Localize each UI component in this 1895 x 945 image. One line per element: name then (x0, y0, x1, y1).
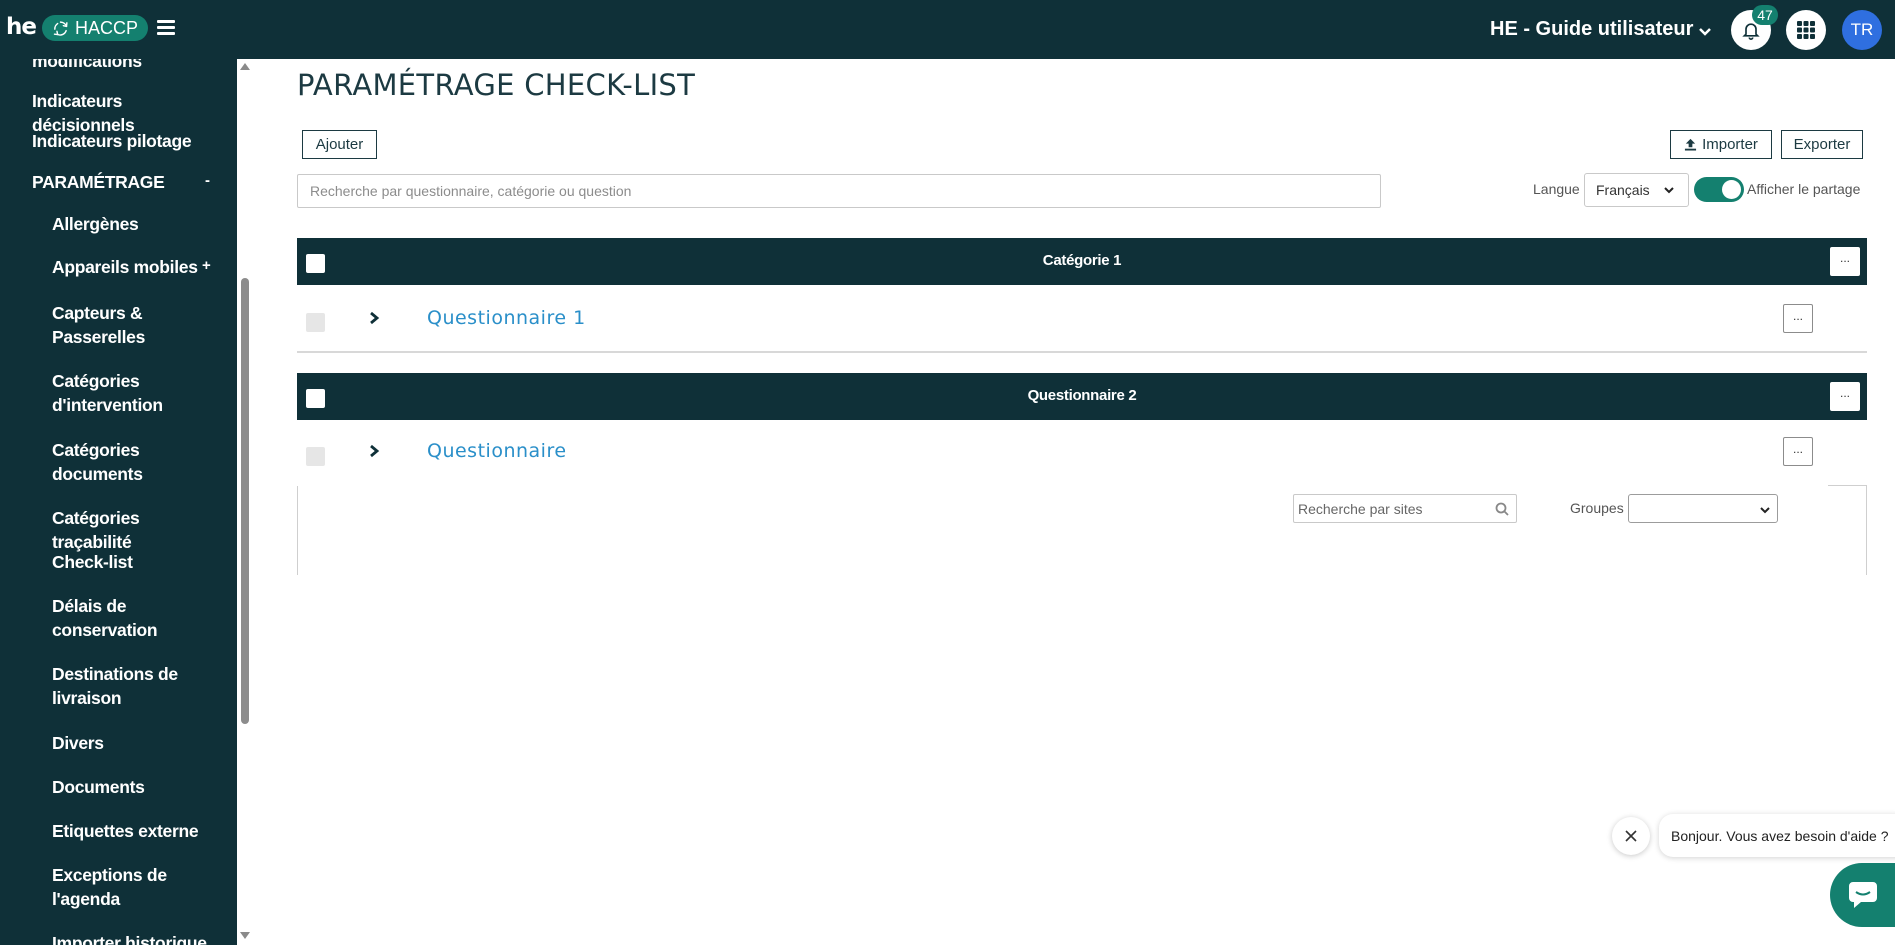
appareils-mobiles-expand-toggle[interactable]: + (202, 257, 211, 274)
module-badge[interactable]: HACCP (42, 15, 148, 41)
sidebar-scroll-thumb[interactable] (241, 278, 249, 724)
category-more-button[interactable]: ... (1830, 382, 1860, 411)
sites-panel-border (1866, 486, 1867, 575)
sites-search-placeholder: Recherche par sites (1298, 500, 1423, 517)
chevron-down-icon (1663, 187, 1674, 194)
share-toggle-label: Afficher le partage (1747, 181, 1861, 197)
sidebar-item-check-list[interactable]: Check-list (52, 550, 217, 574)
sidebar-item-appareils-mobiles[interactable]: Appareils mobiles (52, 255, 217, 279)
language-value: Français (1596, 182, 1650, 198)
import-button[interactable]: Importer (1670, 130, 1772, 159)
groups-label: Groupes (1570, 500, 1624, 516)
scroll-up-arrow-icon[interactable] (240, 63, 250, 70)
groups-select[interactable] (1628, 494, 1778, 523)
notifications-count-badge: 47 (1752, 5, 1778, 25)
recycle-icon (53, 20, 68, 36)
language-select[interactable]: Français (1584, 173, 1689, 207)
chat-launcher-button[interactable] (1830, 863, 1895, 927)
sidebar: modifications Indicateurs décisionnels I… (0, 59, 237, 945)
logo[interactable]: he (6, 14, 37, 40)
questionnaire-select-checkbox[interactable] (306, 313, 325, 332)
questionnaire-title[interactable]: Questionnaire 1 (427, 307, 586, 329)
sidebar-item-importer-historique[interactable]: Importer historique (52, 931, 217, 945)
menu-toggle-icon[interactable] (157, 20, 175, 36)
sidebar-item-destinations-livraison[interactable]: Destinations de livraison (52, 662, 217, 710)
sidebar-item-documents[interactable]: Documents (52, 775, 217, 799)
category-header: Questionnaire 2 ... (297, 373, 1867, 420)
chat-dismiss-button[interactable] (1612, 817, 1650, 855)
top-bar: he HACCP HE - Guide utilisateur 47 TR (0, 0, 1895, 59)
sidebar-item-divers[interactable]: Divers (52, 731, 217, 755)
apps-button[interactable] (1786, 10, 1826, 50)
chevron-down-icon (1760, 507, 1770, 514)
category-more-button[interactable]: ... (1830, 247, 1860, 276)
sidebar-item-parametrage[interactable]: PARAMÉTRAGE (32, 170, 227, 194)
questionnaire-more-button[interactable]: ... (1783, 304, 1813, 333)
export-button[interactable]: Exporter (1781, 130, 1863, 159)
sidebar-item-indicateurs-pilotage[interactable]: Indicateurs pilotage (32, 129, 227, 153)
category-title: Catégorie 1 (1042, 252, 1122, 269)
sidebar-item-categories-documents[interactable]: Catégories documents (52, 438, 217, 486)
search-input[interactable] (297, 174, 1381, 208)
parametrage-collapse-toggle[interactable]: - (205, 172, 210, 189)
questionnaire-title[interactable]: Questionnaire (427, 440, 567, 462)
search-icon (1495, 502, 1509, 516)
page-title: PARAMÉTRAGE CHECK-LIST (297, 68, 696, 102)
grid-icon (1797, 21, 1815, 39)
category-title: Questionnaire 2 (1027, 387, 1137, 404)
questionnaire-more-button[interactable]: ... (1783, 437, 1813, 466)
org-name: HE - Guide utilisateur (1490, 18, 1694, 40)
upload-icon (1684, 138, 1697, 151)
sidebar-item-allergenes[interactable]: Allergènes (52, 212, 217, 236)
import-button-label: Importer (1702, 136, 1758, 153)
divider (297, 351, 1867, 353)
chat-icon (1849, 882, 1877, 908)
scroll-down-arrow-icon[interactable] (240, 932, 250, 939)
chat-greeting-bubble[interactable]: Bonjour. Vous avez besoin d'aide ? (1659, 814, 1895, 857)
sidebar-item-exceptions-agenda[interactable]: Exceptions de l'agenda (52, 863, 217, 911)
sidebar-item-modifications[interactable]: modifications (32, 59, 227, 73)
module-badge-label: HACCP (75, 17, 139, 38)
chevron-down-icon (1699, 27, 1712, 36)
sidebar-item-delais-conservation[interactable]: Délais de conservation (52, 594, 217, 642)
sidebar-item-capteurs-passerelles[interactable]: Capteurs & Passerelles (52, 301, 217, 349)
sidebar-item-etiquettes-externe[interactable]: Etiquettes externe (52, 819, 217, 843)
close-icon (1625, 830, 1637, 842)
sidebar-item-categories-tracabilite[interactable]: Catégories traçabilité (52, 506, 217, 554)
sites-panel-border (1828, 485, 1867, 486)
category-header: Catégorie 1 ... (297, 238, 1867, 285)
share-toggle[interactable] (1694, 177, 1744, 202)
chevron-right-icon[interactable] (368, 444, 380, 458)
sites-panel-border (297, 486, 298, 575)
chevron-right-icon[interactable] (368, 311, 380, 325)
org-selector[interactable]: HE - Guide utilisateur (1490, 18, 1712, 41)
sites-search-input[interactable]: Recherche par sites (1293, 494, 1517, 523)
user-avatar[interactable]: TR (1842, 10, 1882, 50)
language-label: Langue (1533, 181, 1580, 197)
add-button[interactable]: Ajouter (302, 130, 377, 159)
questionnaire-select-checkbox[interactable] (306, 447, 325, 466)
sidebar-item-categories-intervention[interactable]: Catégories d'intervention (52, 369, 217, 417)
